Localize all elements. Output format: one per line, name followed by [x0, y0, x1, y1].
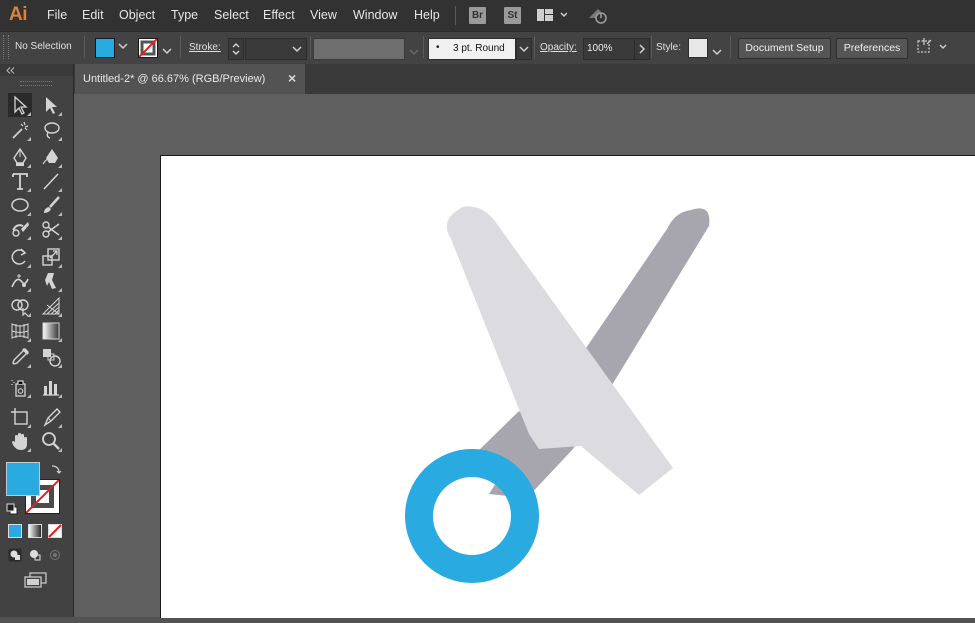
symbol-sprayer-tool-icon[interactable]	[9, 376, 31, 398]
variable-width-chevron-icon[interactable]	[409, 43, 419, 61]
paintbrush-tool-icon[interactable]	[40, 194, 62, 216]
ellipse-tool-icon[interactable]	[9, 194, 31, 216]
lasso-tool-icon[interactable]	[40, 119, 62, 141]
pen-tool-icon[interactable]	[9, 146, 31, 168]
preferences-button[interactable]: Preferences	[836, 38, 908, 59]
hand-tool-icon[interactable]	[9, 430, 31, 452]
draw-inside-icon[interactable]	[48, 548, 62, 567]
selection-tool-icon[interactable]	[8, 93, 32, 117]
workspace-layout-icon[interactable]	[537, 8, 568, 27]
stroke-swatch[interactable]	[138, 38, 158, 58]
stroke-weight-stepper[interactable]	[228, 38, 244, 60]
separator	[84, 36, 85, 58]
stock-badge[interactable]: St	[504, 7, 521, 24]
gradient-tool-icon[interactable]	[40, 320, 62, 342]
bridge-badge[interactable]: Br	[469, 7, 486, 24]
control-bar: No Selection Stroke: • 3 pt. Round Opaci…	[0, 31, 975, 65]
scale-tool-icon[interactable]	[40, 246, 62, 268]
menu-bar: Ai File Edit Object Type Select Effect V…	[0, 0, 975, 31]
default-fill-stroke-icon[interactable]	[6, 502, 18, 520]
gradient-mode-icon[interactable]	[28, 524, 42, 543]
menu-object[interactable]: Object	[119, 8, 155, 22]
separator	[310, 36, 311, 58]
style-label: Style:	[656, 42, 682, 53]
document-setup-button[interactable]: Document Setup	[738, 38, 831, 59]
opacity-value: 100%	[587, 43, 613, 54]
blend-tool-icon[interactable]	[40, 346, 62, 368]
separator	[534, 36, 535, 58]
fill-swatch[interactable]	[95, 38, 115, 58]
opacity-field[interactable]: 100%	[583, 38, 635, 60]
close-tab-icon[interactable]: ×	[288, 70, 296, 86]
panel-grip[interactable]	[3, 35, 9, 59]
tools-panel-grip[interactable]	[20, 81, 52, 86]
eyedropper-tool-icon[interactable]	[9, 346, 31, 368]
app-logo: Ai	[9, 4, 28, 25]
zoom-tool-icon[interactable]	[40, 430, 62, 452]
mesh-tool-icon[interactable]	[9, 320, 31, 342]
swap-fill-stroke-icon[interactable]	[50, 462, 62, 480]
separator	[651, 36, 652, 58]
separator	[180, 36, 181, 58]
width-tool-icon[interactable]	[9, 270, 31, 292]
menu-effect[interactable]: Effect	[263, 8, 295, 22]
draw-normal-icon[interactable]	[8, 548, 22, 567]
document-tab[interactable]: Untitled-2* @ 66.67% (RGB/Preview) ×	[75, 64, 305, 94]
shape-builder-tool-icon[interactable]	[9, 295, 31, 317]
arrange-documents-icon[interactable]	[915, 37, 949, 62]
menu-view[interactable]: View	[310, 8, 337, 22]
slice-tool-icon[interactable]	[40, 406, 62, 428]
color-mode-icon[interactable]	[8, 524, 22, 543]
magic-wand-tool-icon[interactable]	[9, 119, 31, 141]
line-segment-tool-icon[interactable]	[40, 170, 62, 192]
selection-status: No Selection	[15, 41, 72, 52]
scissors-illustration	[405, 206, 710, 583]
scissor-ring	[405, 449, 539, 583]
artboard[interactable]	[160, 155, 975, 618]
menu-file[interactable]: File	[47, 8, 67, 22]
document-tab-bar: Untitled-2* @ 66.67% (RGB/Preview) ×	[0, 64, 975, 94]
direct-selection-tool-icon[interactable]	[40, 94, 62, 116]
scissors-tool-icon[interactable]	[40, 218, 62, 240]
graphic-style-swatch[interactable]	[688, 38, 708, 58]
tools-panel	[0, 64, 74, 617]
opacity-expand-button[interactable]	[634, 38, 650, 60]
fill-dropdown-chevron-icon[interactable]	[118, 42, 128, 52]
variable-width-profile-dropdown[interactable]	[313, 38, 405, 60]
fill-color-box[interactable]	[6, 462, 40, 496]
separator	[730, 36, 731, 58]
rotate-tool-icon[interactable]	[9, 246, 31, 268]
draw-behind-icon[interactable]	[28, 548, 42, 567]
stroke-label[interactable]: Stroke:	[189, 42, 221, 53]
puppet-warp-tool-icon[interactable]	[40, 270, 62, 292]
stroke-dropdown-chevron-icon[interactable]	[162, 42, 172, 60]
menu-select[interactable]: Select	[214, 8, 249, 22]
type-tool-icon[interactable]	[9, 170, 31, 192]
screen-mode-icon[interactable]	[24, 572, 48, 593]
stroke-weight-field[interactable]	[245, 38, 307, 60]
opacity-label[interactable]: Opacity:	[540, 42, 577, 53]
artboard-tool-icon[interactable]	[9, 406, 31, 428]
gpu-performance-icon[interactable]	[587, 6, 609, 30]
document-tab-title: Untitled-2* @ 66.67% (RGB/Preview)	[83, 73, 266, 85]
menu-edit[interactable]: Edit	[82, 8, 104, 22]
shaper-tool-icon[interactable]	[9, 218, 31, 240]
column-graph-tool-icon[interactable]	[40, 376, 62, 398]
curvature-tool-icon[interactable]	[40, 146, 62, 168]
perspective-grid-tool-icon[interactable]	[40, 295, 62, 317]
menu-help[interactable]: Help	[414, 8, 440, 22]
separator	[423, 36, 424, 58]
menu-window[interactable]: Window	[353, 8, 397, 22]
tools-panel-header	[0, 64, 73, 76]
brush-dropdown-button[interactable]	[516, 38, 532, 60]
brush-definition-field[interactable]: • 3 pt. Round	[428, 38, 516, 60]
brush-definition-value: 3 pt. Round	[453, 43, 505, 54]
menu-separator	[455, 6, 456, 25]
style-dropdown-chevron-icon[interactable]	[712, 43, 722, 61]
menu-type[interactable]: Type	[171, 8, 198, 22]
none-mode-icon[interactable]	[48, 524, 62, 543]
